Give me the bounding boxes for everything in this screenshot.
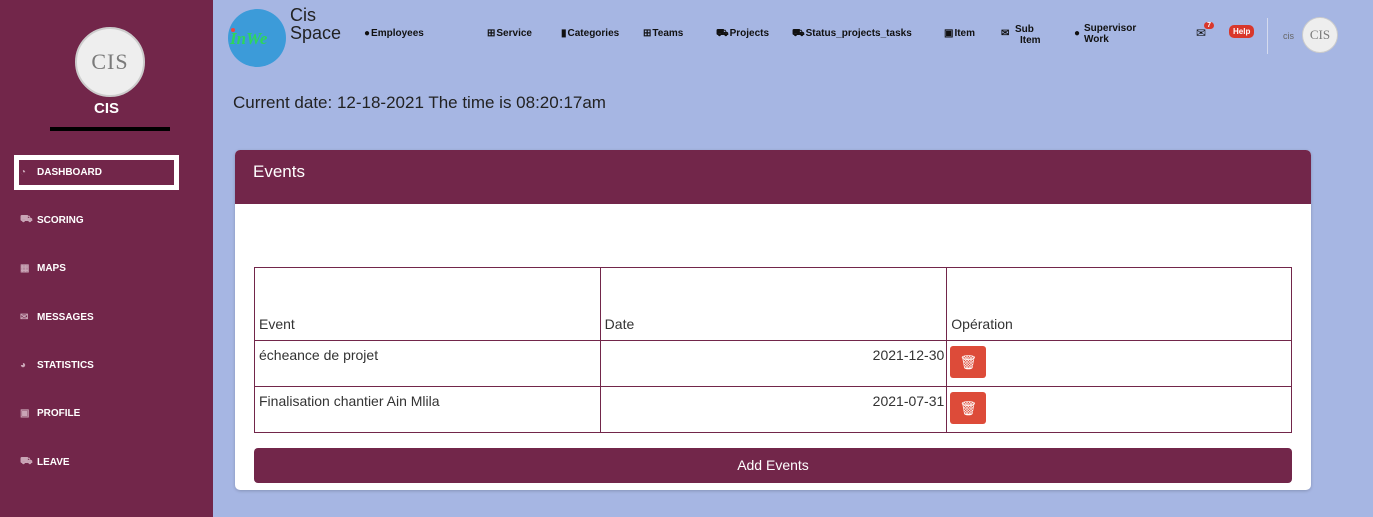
event-date-cell: 2021-07-31 [599, 386, 948, 433]
events-card: Events Event Date Opération écheance de … [235, 150, 1311, 490]
column-header-date: Date [599, 267, 948, 341]
sidebar-item-statistics[interactable]: ◕ STATISTICS [14, 348, 179, 383]
messages-icon[interactable]: ✉ 7 [1196, 22, 1215, 40]
table-icon: ⊞ [643, 28, 652, 39]
menu-label: Teams [652, 28, 684, 39]
menu-label: Projects [729, 28, 770, 39]
sidebar-logo-text: CIS [91, 49, 129, 74]
menu-supervisor-work[interactable]: ● Supervisor Work [1074, 23, 1136, 45]
sidebar-item-label: SCORING [37, 215, 84, 226]
menu-employees[interactable]: ●Employees [364, 28, 424, 39]
avatar[interactable]: CIS [1302, 17, 1338, 53]
table-header-row: Event Date Opération [254, 267, 1292, 341]
avatar-text: CIS [1309, 27, 1331, 42]
sidebar-item-label: PROFILE [37, 408, 81, 419]
menu-label: Service [496, 28, 532, 39]
menu-status-projects-tasks[interactable]: ⛟Status_projects_tasks [792, 28, 912, 41]
sidebar: CIS CIS ◔ DASHBOARD ⛟ SCORING ▦ MAPS ✉ M… [0, 0, 213, 517]
user-icon: ● [1074, 28, 1081, 39]
sidebar-item-dashboard[interactable]: ◔ DASHBOARD [14, 155, 179, 190]
truck-icon: ⛟ [716, 28, 729, 39]
sidebar-brand: CIS [93, 100, 119, 117]
delete-event-button[interactable]: 🗑 [950, 392, 987, 424]
event-name-cell: Finalisation chantier Ain Mlila [254, 386, 601, 433]
table-row: écheance de projet 2021-12-30 🗑 [254, 340, 1292, 387]
truck-icon: ⛟ [792, 28, 805, 39]
table-icon: ⊞ [487, 28, 496, 39]
user-name[interactable]: cis [1283, 31, 1294, 41]
trash-icon: 🗑 [959, 400, 978, 416]
menu-label-line2: Work [1084, 34, 1109, 45]
sidebar-item-label: STATISTICS [37, 360, 94, 371]
app-title-line2: Space [290, 23, 342, 43]
truck-icon: ⛟ [20, 214, 33, 225]
folder-icon: ▮ [561, 28, 567, 39]
menu-label: Item [954, 28, 976, 39]
app-title[interactable]: Cis Space [290, 6, 341, 42]
help-button[interactable]: Help [1229, 25, 1255, 38]
menu-item[interactable]: ▣Item [944, 28, 975, 39]
gauge-icon: ◔ [20, 167, 27, 178]
id-card-icon: ▣ [20, 408, 30, 419]
menu-label: Categories [567, 28, 620, 39]
column-header-operation: Opération [946, 267, 1292, 341]
menu-projects[interactable]: ⛟Projects [716, 28, 769, 41]
trash-icon: 🗑 [959, 354, 978, 370]
app-title-line1: Cis [290, 5, 316, 25]
menu-label: Status_projects_tasks [805, 28, 912, 39]
sidebar-item-scoring[interactable]: ⛟ SCORING [14, 203, 179, 238]
sidebar-item-label: MAPS [37, 263, 66, 274]
operation-cell: 🗑 [946, 340, 1292, 387]
inwe-logo-text: InWe [230, 29, 268, 48]
sidebar-item-leave[interactable]: ⛟ LEAVE [14, 445, 179, 480]
events-table: Event Date Opération écheance de projet … [254, 267, 1292, 433]
user-icon: ● [364, 28, 371, 39]
top-navbar: InWe Cis Space ●Employees ⊞Service ▮Cate… [213, 0, 1373, 80]
sidebar-item-label: MESSAGES [37, 312, 94, 323]
menu-service[interactable]: ⊞Service [487, 28, 532, 39]
menu-label-line1: Supervisor [1084, 23, 1137, 34]
menu-sub-item[interactable]: ✉ Sub Item [1001, 24, 1041, 46]
topbar-divider [1267, 18, 1268, 54]
pie-chart-icon: ◕ [20, 360, 27, 371]
window-icon: ▣ [944, 28, 954, 39]
table-row: Finalisation chantier Ain Mlila 2021-07-… [254, 386, 1292, 433]
menu-teams[interactable]: ⊞Teams [643, 28, 683, 39]
map-icon: ▦ [20, 263, 30, 274]
add-events-button[interactable]: Add Events [254, 448, 1292, 483]
truck-icon: ⛟ [20, 456, 33, 467]
messages-badge: 7 [1204, 22, 1215, 29]
sidebar-item-label: DASHBOARD [37, 167, 102, 178]
delete-event-button[interactable]: 🗑 [950, 346, 987, 378]
inwe-logo[interactable]: InWe [228, 9, 286, 67]
mailbox-icon: ✉ [1001, 28, 1010, 39]
sidebar-item-profile[interactable]: ▣ PROFILE [14, 396, 179, 431]
events-card-title: Events [235, 150, 1311, 204]
event-name-cell: écheance de projet [254, 340, 601, 387]
menu-categories[interactable]: ▮Categories [561, 28, 619, 39]
operation-cell: 🗑 [946, 386, 1292, 433]
current-date: Current date: 12-18-2021 The time is 08:… [233, 93, 606, 112]
sidebar-item-messages[interactable]: ✉ MESSAGES [14, 300, 179, 335]
envelope-icon: ✉ [20, 312, 29, 323]
sidebar-item-maps[interactable]: ▦ MAPS [14, 251, 179, 286]
column-header-event: Event [254, 267, 601, 341]
sidebar-item-label: LEAVE [37, 457, 70, 468]
event-date-cell: 2021-12-30 [599, 340, 948, 387]
sidebar-logo: CIS [75, 27, 145, 97]
brand-underline [50, 127, 170, 131]
menu-label: Employees [371, 28, 424, 39]
